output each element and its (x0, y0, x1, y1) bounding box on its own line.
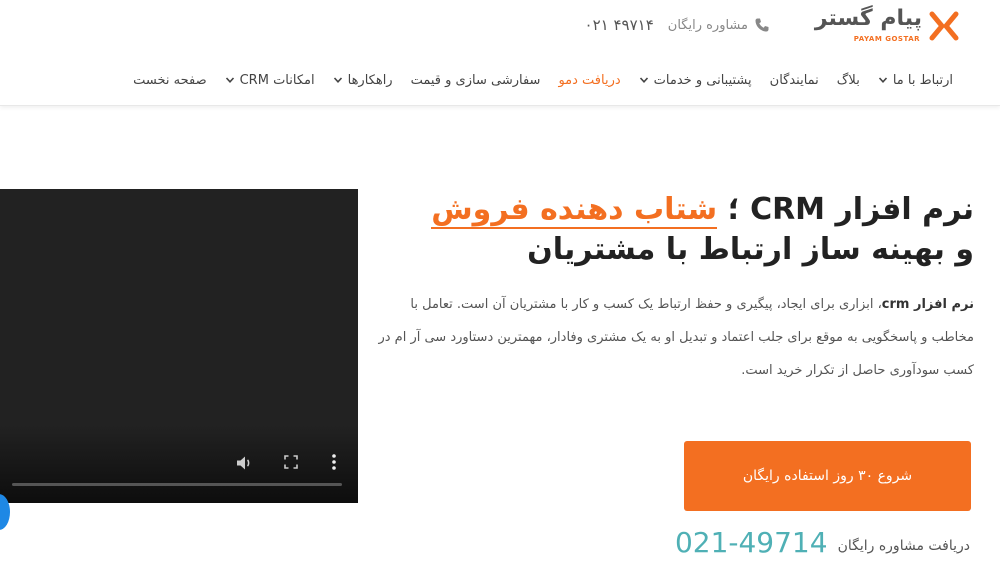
payam-gostar-logo-icon (929, 11, 959, 41)
hero-title-line1: نرم افزار CRM ؛ شتاب دهنده فروش (374, 190, 974, 230)
main-nav: صفحه نخست امکانات CRM راهکارها سفارشی سا… (124, 64, 962, 96)
chevron-down-icon (225, 77, 234, 83)
nav-item-contact[interactable]: ارتباط با ما (869, 73, 962, 88)
chevron-down-icon (878, 77, 887, 83)
nav-item-crm-features[interactable]: امکانات CRM (216, 73, 324, 88)
nav-label: امکانات CRM (239, 72, 315, 88)
nav-label: بلاگ (836, 72, 860, 88)
chevron-down-icon (639, 77, 648, 83)
hero-text-block: نرم افزار CRM ؛ شتاب دهنده فروش و بهینه … (374, 190, 974, 387)
phone-icon (755, 18, 769, 32)
nav-label: نمایندگان (769, 72, 819, 88)
nav-item-demo[interactable]: دریافت دمو (549, 73, 629, 88)
consult-phone[interactable]: مشاوره رایگان ۴۹۷۱۴ ۰۲۱ (585, 12, 770, 38)
free-trial-button[interactable]: شروع ۳۰ روز استفاده رایگان (684, 441, 971, 511)
nav-label: پشتیبانی و خدمات (653, 72, 752, 88)
hero-description-bold: نرم افزار crm (881, 297, 974, 312)
consult-label: مشاوره رایگان (667, 17, 748, 33)
logo-brand-en: PAYAM GOSTAR (853, 35, 920, 43)
nav-label: سفارشی سازی و قیمت (410, 72, 541, 88)
nav-item-blog[interactable]: بلاگ (828, 73, 869, 88)
site-header: پیام گستر PAYAM GOSTAR مشاوره رایگان ۴۹۷… (0, 0, 1000, 106)
hero-title-line2: و بهینه ساز ارتباط با مشتریان (527, 232, 974, 267)
nav-item-solutions[interactable]: راهکارها (324, 73, 402, 88)
nav-item-support[interactable]: پشتیبانی و خدمات (630, 73, 761, 88)
fullscreen-icon[interactable] (284, 455, 298, 469)
nav-label: راهکارها (347, 72, 393, 88)
nav-item-agents[interactable]: نمایندگان (761, 73, 828, 88)
volume-icon[interactable] (236, 455, 254, 471)
hero-title-accent: شتاب دهنده فروش (431, 192, 718, 229)
hero-title-prefix: نرم افزار CRM ؛ (717, 192, 974, 227)
nav-label: ارتباط با ما (892, 72, 953, 88)
intro-video-player[interactable] (0, 189, 358, 503)
chevron-down-icon (333, 77, 342, 83)
free-consult-number[interactable]: 021-49714 (675, 528, 828, 558)
nav-label: دریافت دمو (558, 72, 621, 88)
consult-number[interactable]: ۴۹۷۱۴ ۰۲۱ (585, 16, 654, 34)
logo-brand-fa: پیام گستر (814, 6, 922, 31)
free-consult-label: دریافت مشاوره رایگان (837, 538, 970, 554)
logo[interactable]: پیام گستر PAYAM GOSTAR (810, 6, 960, 46)
video-progress-bar[interactable] (12, 483, 342, 486)
nav-label: صفحه نخست (133, 72, 207, 88)
nav-item-home[interactable]: صفحه نخست (124, 73, 215, 88)
video-controls (0, 433, 358, 503)
hero-description: نرم افزار crm، ابزاری برای ایجاد، پیگیری… (374, 288, 974, 387)
free-consult-line[interactable]: دریافت مشاوره رایگان 021-49714 (675, 528, 970, 558)
more-options-icon[interactable] (330, 453, 338, 471)
nav-item-pricing[interactable]: سفارشی سازی و قیمت (402, 73, 550, 88)
